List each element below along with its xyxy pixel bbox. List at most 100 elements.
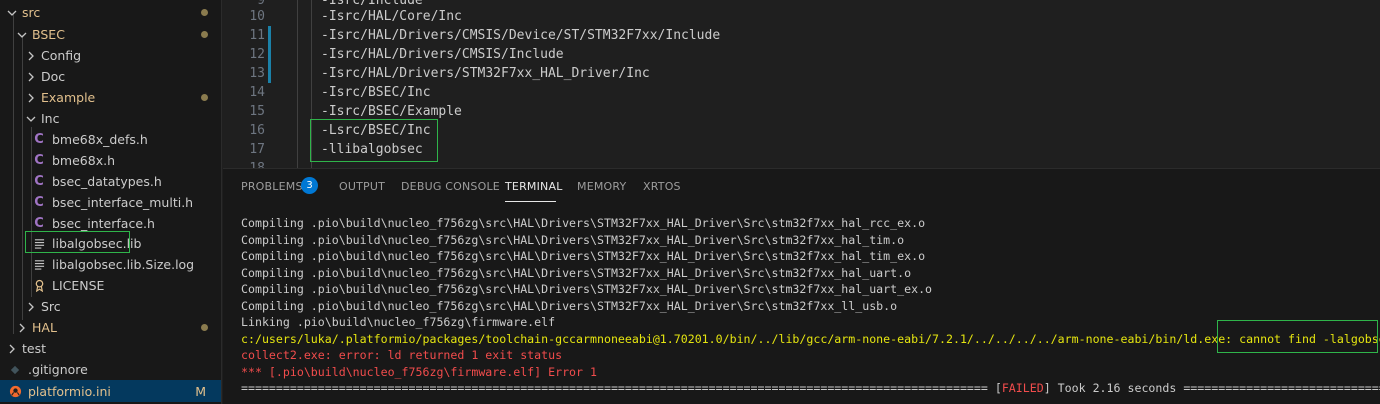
panel-tabs: PROBLEMS 3 OUTPUT DEBUG CONSOLE TERMINAL…	[223, 169, 1380, 203]
chevron-down-icon	[16, 29, 28, 41]
tree-label: LICENSE	[52, 278, 105, 293]
terminal-line: Compiling .pio\build\nucleo_f756zg\src\H…	[241, 249, 926, 263]
code-line: 12 -Isrc/HAL/Drivers/CMSIS/Include	[223, 45, 1380, 64]
tree-file-bsec-interface[interactable]: C bsec_interface.h	[0, 213, 221, 234]
c-file-icon: C	[34, 195, 44, 210]
line-number: 14	[249, 85, 265, 100]
tree-file-license[interactable]: LICENSE	[0, 275, 221, 296]
terminal-line: Compiling .pio\build\nucleo_f756zg\src\H…	[241, 299, 898, 313]
line-number: 17	[249, 142, 265, 157]
chevron-down-icon	[25, 113, 37, 125]
tree-label: Config	[41, 48, 82, 63]
tab-output[interactable]: OUTPUT	[339, 180, 385, 193]
code-text: -Isrc/BSEC/Inc	[321, 85, 431, 100]
terminal-linker-line: c:/users/luka/.platformio/packages/toolc…	[241, 332, 1380, 349]
code-line: 16 -Lsrc/BSEC/Inc	[223, 121, 1380, 140]
chevron-down-icon	[6, 7, 18, 19]
tree-label: BSEC	[32, 27, 65, 42]
terminal-line: Compiling .pio\build\nucleo_f756zg\src\H…	[241, 266, 912, 280]
tree-file-libalgobsec-size-log[interactable]: libalgobsec.lib.Size.log	[0, 254, 221, 275]
terminal-line: Compiling .pio\build\nucleo_f756zg\src\H…	[241, 233, 905, 247]
tree-folder-test[interactable]: test	[0, 338, 221, 359]
linker-error: cannot find -lalgobsec	[1239, 332, 1380, 346]
tab-problems[interactable]: PROBLEMS	[241, 180, 303, 193]
line-number: 12	[249, 47, 265, 62]
c-file-icon: C	[34, 132, 44, 147]
tree-label: Inc	[41, 111, 60, 126]
tree-file-libalgobsec-lib[interactable]: libalgobsec.lib	[0, 233, 221, 254]
tree-label: libalgobsec.lib	[52, 236, 142, 251]
tree-folder-config[interactable]: Config	[0, 45, 221, 66]
code-text: -Isrc/HAL/Core/Inc	[321, 9, 462, 24]
code-editor[interactable]: 9 -Isrc/Include 10 -Isrc/HAL/Core/Inc 11…	[223, 0, 1380, 168]
tree-file-bme68x[interactable]: C bme68x.h	[0, 150, 221, 171]
terminal-summary-line: ========================================…	[241, 381, 1380, 398]
bottom-panel: PROBLEMS 3 OUTPUT DEBUG CONSOLE TERMINAL…	[223, 168, 1380, 404]
terminal-line: Compiling .pio\build\nucleo_f756zg\src\H…	[241, 282, 933, 296]
code-line: 10 -Isrc/HAL/Core/Inc	[223, 7, 1380, 26]
tree-folder-example[interactable]: Example	[0, 87, 221, 108]
code-text: -Isrc/HAL/Drivers/STM32F7xx_HAL_Driver/I…	[321, 66, 650, 81]
linker-path: c:/users/luka/.platformio/packages/toolc…	[241, 332, 1233, 346]
tab-xrtos[interactable]: XRTOS	[643, 180, 681, 193]
modified-dot	[201, 31, 208, 38]
code-text: -Isrc/BSEC/Example	[321, 104, 462, 119]
modified-dot	[201, 324, 208, 331]
tree-label: platformio.ini	[28, 383, 111, 399]
tree-label: Example	[41, 90, 96, 105]
code-text: -Isrc/HAL/Drivers/CMSIS/Include	[321, 47, 564, 62]
tree-folder-hal[interactable]: HAL	[0, 317, 221, 338]
tree-folder-inc[interactable]: Inc	[0, 108, 221, 129]
summary-prefix: ========================================…	[241, 381, 1002, 395]
tree-file-bsec-datatypes[interactable]: C bsec_datatypes.h	[0, 171, 221, 192]
terminal-error-line: *** [.pio\build\nucleo_f756zg\firmware.e…	[241, 365, 597, 379]
chevron-right-icon	[25, 301, 37, 313]
code-line: 14 -Isrc/BSEC/Inc	[223, 83, 1380, 102]
line-number: 10	[249, 9, 265, 24]
tree-label: bme68x_defs.h	[52, 132, 148, 147]
line-number: 16	[249, 123, 265, 138]
summary-suffix: ] Took 2.16 seconds ====================…	[1043, 381, 1380, 395]
tree-folder-bsec[interactable]: BSEC	[0, 24, 221, 45]
chevron-right-icon	[25, 50, 37, 62]
code-line: 13 -Isrc/HAL/Drivers/STM32F7xx_HAL_Drive…	[223, 64, 1380, 83]
chevron-right-icon	[25, 71, 37, 83]
code-text: -llibalgobsec	[321, 142, 423, 157]
line-number: 18	[223, 161, 265, 168]
tree-folder-src-sub[interactable]: Src	[0, 296, 221, 317]
tree-label: HAL	[32, 320, 57, 335]
line-number: 11	[249, 28, 265, 43]
tree-file-bsec-interface-multi[interactable]: C bsec_interface_multi.h	[0, 192, 221, 213]
modified-dot	[201, 9, 208, 16]
tab-debug-console[interactable]: DEBUG CONSOLE	[401, 180, 500, 193]
tree-label: bsec_interface_multi.h	[52, 195, 194, 210]
tree-label: bsec_datatypes.h	[52, 174, 162, 189]
tree-label: src	[22, 5, 41, 20]
terminal-line: Linking .pio\build\nucleo_f756zg\firmwar…	[241, 315, 556, 329]
terminal-error-line: collect2.exe: error: ld returned 1 exit …	[241, 348, 563, 362]
tree-file-bme68x-defs[interactable]: C bme68x_defs.h	[0, 129, 221, 150]
tree-file-gitignore[interactable]: .gitignore	[0, 359, 221, 380]
tree-label: test	[22, 341, 47, 356]
tree-folder-src[interactable]: src	[0, 2, 221, 23]
tree-label: Doc	[41, 69, 66, 84]
tree-label: .gitignore	[28, 362, 88, 377]
code-line: 17 -llibalgobsec	[223, 140, 1380, 159]
modified-dot	[201, 94, 208, 101]
modified-badge: M	[195, 383, 206, 399]
tree-file-platformio-ini[interactable]: platformio.ini M	[0, 380, 221, 402]
code-text: -Isrc/HAL/Drivers/CMSIS/Device/ST/STM32F…	[321, 28, 721, 43]
tree-label: libalgobsec.lib.Size.log	[52, 257, 195, 272]
line-number: 15	[249, 104, 265, 119]
tree-label: Src	[41, 299, 61, 314]
tree-label: bme68x.h	[52, 153, 116, 168]
text-file-icon	[32, 258, 46, 272]
tab-memory[interactable]: MEMORY	[577, 180, 626, 193]
failed-status: FAILED	[1001, 381, 1044, 395]
tab-terminal[interactable]: TERMINAL	[505, 180, 563, 193]
explorer-sidebar: src BSEC Config Doc Example Inc C bme68x…	[0, 0, 222, 404]
tree-folder-doc[interactable]: Doc	[0, 66, 221, 87]
chevron-right-icon	[25, 92, 37, 104]
change-marker	[268, 45, 271, 64]
chevron-right-icon	[16, 322, 28, 334]
